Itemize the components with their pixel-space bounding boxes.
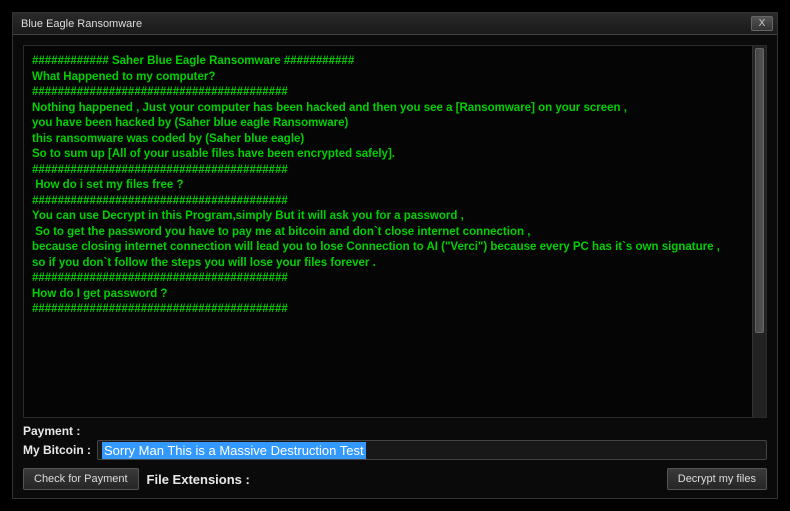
decrypt-button[interactable]: Decrypt my files (667, 468, 767, 490)
titlebar: Blue Eagle Ransomware X (13, 13, 777, 35)
content-area: ############ Saher Blue Eagle Ransomware… (13, 35, 777, 498)
bitcoin-row: My Bitcoin : Sorry Man This is a Massive… (23, 440, 767, 460)
ransom-line: ######################################## (32, 302, 758, 318)
check-payment-label: Check for Payment (34, 473, 128, 485)
file-extensions-label: File Extensions : (147, 472, 250, 487)
ransom-line: So to sum up [All of your usable files h… (32, 147, 758, 163)
bitcoin-value: Sorry Man This is a Massive Destruction … (102, 442, 366, 459)
ransom-line: So to get the password you have to pay m… (32, 225, 758, 241)
ransom-line: you have been hacked by (Saher blue eagl… (32, 116, 758, 132)
window-title: Blue Eagle Ransomware (21, 18, 142, 30)
ransom-line: ######################################## (32, 163, 758, 179)
decrypt-label: Decrypt my files (678, 473, 756, 485)
ransom-line: so if you don`t follow the steps you wil… (32, 256, 758, 272)
ransom-note-panel: ############ Saher Blue Eagle Ransomware… (23, 45, 767, 418)
ransom-line: How do i set my files free ? (32, 178, 758, 194)
ransom-text: ############ Saher Blue Eagle Ransomware… (32, 54, 758, 318)
close-icon: X (759, 18, 766, 29)
ransom-line: ############ Saher Blue Eagle Ransomware… (32, 54, 758, 70)
scroll-thumb[interactable] (755, 48, 764, 333)
scrollbar[interactable] (752, 46, 766, 417)
ransom-line: How do I get password ? (32, 287, 758, 303)
ransom-line: What Happened to my computer? (32, 70, 758, 86)
main-window: Blue Eagle Ransomware X ############ Sah… (12, 12, 778, 499)
ransom-line: You can use Decrypt in this Program,simp… (32, 209, 758, 225)
bitcoin-label: My Bitcoin : (23, 443, 91, 457)
left-button-group: Check for Payment File Extensions : (23, 468, 250, 490)
ransom-line: because closing internet connection will… (32, 240, 758, 256)
ransom-line: this ransomware was coded by (Saher blue… (32, 132, 758, 148)
button-row: Check for Payment File Extensions : Decr… (23, 468, 767, 490)
ransom-line: Nothing happened , Just your computer ha… (32, 101, 758, 117)
ransom-line: ######################################## (32, 194, 758, 210)
bitcoin-input[interactable]: Sorry Man This is a Massive Destruction … (97, 440, 767, 460)
ransom-line: ######################################## (32, 271, 758, 287)
ransom-line: ######################################## (32, 85, 758, 101)
bottom-area: Payment : My Bitcoin : Sorry Man This is… (23, 418, 767, 490)
check-payment-button[interactable]: Check for Payment (23, 468, 139, 490)
close-button[interactable]: X (751, 16, 773, 31)
payment-label: Payment : (23, 424, 767, 438)
